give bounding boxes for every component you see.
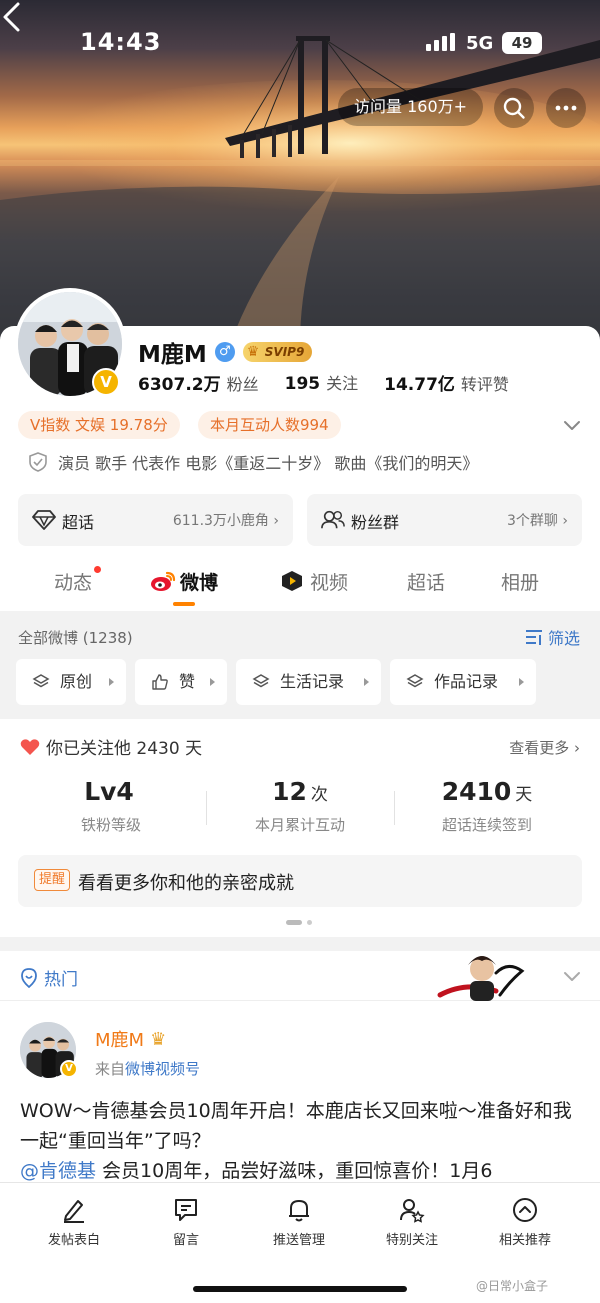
metric-monthly-interaction[interactable]: 12 次 本月累计互动 bbox=[205, 777, 395, 835]
search-icon bbox=[503, 97, 525, 119]
stat-engagement[interactable]: 14.77亿 转评赞 bbox=[384, 370, 509, 395]
bottom-message[interactable]: 留言 bbox=[131, 1197, 241, 1248]
supertopic-label: 超话 bbox=[62, 513, 95, 532]
watermark: @日常小盒子 bbox=[476, 1279, 549, 1293]
verified-badge: V bbox=[92, 368, 120, 396]
feed-post[interactable]: V M鹿M ♛ 来自微博视频号 WOW～肯德基会员10周年开启！本鹿店长又回来啦… bbox=[0, 1002, 600, 1182]
hot-label[interactable]: 热门 bbox=[20, 965, 78, 990]
hot-pin-icon bbox=[21, 967, 37, 988]
chevron-down-icon[interactable] bbox=[563, 416, 581, 434]
profile-stats: 6307.2万 粉丝 195 关注 14.77亿 转评赞 bbox=[138, 370, 509, 395]
clock: 14:43 bbox=[80, 28, 162, 56]
fan-relation-card: 你已关注他 2430 天 查看更多 › Lv4 铁粉等级 12 次 本月累计互动 … bbox=[0, 719, 600, 937]
post-source: 来自微博视频号 bbox=[95, 1060, 201, 1078]
bell-icon bbox=[289, 1200, 309, 1222]
active-tab-indicator bbox=[173, 602, 195, 606]
more-dots-icon bbox=[555, 105, 577, 111]
supertopic-card[interactable]: 超话 611.3万小鹿角 › bbox=[18, 494, 293, 546]
tab-weibo[interactable]: 微博 bbox=[150, 568, 218, 595]
back-arrow-icon[interactable] bbox=[0, 0, 24, 34]
tab-supertopic[interactable]: 超话 bbox=[407, 568, 445, 595]
chip-like[interactable]: 赞 bbox=[135, 659, 227, 705]
feed-count: 全部微博 (1238) bbox=[18, 629, 133, 647]
bottom-post-confession[interactable]: 发帖表白 bbox=[19, 1197, 129, 1248]
chip-works-record[interactable]: 作品记录 bbox=[390, 659, 536, 705]
stat-followers[interactable]: 6307.2万 粉丝 bbox=[138, 370, 259, 395]
thumbs-up-icon bbox=[152, 674, 168, 690]
signal-icon bbox=[426, 33, 455, 51]
battery-indicator: 49 bbox=[502, 32, 542, 54]
layers-icon bbox=[406, 674, 424, 688]
post-text: WOW～肯德基会员10周年开启！本鹿店长又回来啦～准备好和我一起“重回当年”了吗… bbox=[20, 1100, 572, 1182]
more-button[interactable] bbox=[546, 88, 586, 128]
see-more-link[interactable]: 查看更多 › bbox=[509, 737, 580, 758]
name-row: M鹿M ♂ SVIP9 bbox=[138, 338, 313, 368]
weibo-logo-icon bbox=[151, 571, 176, 591]
tab-activity[interactable]: 动态 bbox=[54, 566, 102, 595]
bottom-action-bar: 发帖表白 留言 推送管理 特别关注 相关推荐 @日常小盒子 bbox=[0, 1182, 600, 1303]
message-icon bbox=[175, 1199, 197, 1221]
layers-icon bbox=[32, 674, 50, 688]
feed-filter: 全部微博 (1238) 筛选 原创 赞 生活记录 作品记录 bbox=[0, 611, 600, 719]
chevron-up-circle-icon bbox=[513, 1198, 537, 1222]
source-link[interactable]: 微博视频号 bbox=[125, 1060, 200, 1078]
monthly-interaction-tag[interactable]: 本月互动人数994 bbox=[198, 411, 341, 439]
follow-duration: 你已关注他 2430 天 bbox=[20, 734, 202, 759]
bio-text: 演员 歌手 代表作 电影《重返二十岁》 歌曲《我们的明天》 bbox=[58, 454, 479, 473]
profile-name: M鹿M bbox=[138, 342, 207, 368]
heart-icon bbox=[20, 738, 40, 755]
hot-section-header: 热门 bbox=[0, 951, 600, 1001]
verified-badge: V bbox=[60, 1060, 78, 1078]
bio: 演员 歌手 代表作 电影《重返二十岁》 歌曲《我们的明天》 bbox=[28, 450, 478, 474]
mention-link[interactable]: @肯德基 bbox=[20, 1160, 96, 1182]
diamond-icon bbox=[32, 510, 56, 530]
carousel-dots bbox=[286, 920, 312, 925]
group-icon bbox=[321, 510, 345, 529]
layers-icon bbox=[252, 674, 270, 688]
pen-icon bbox=[64, 1200, 84, 1223]
user-star-icon bbox=[400, 1199, 425, 1223]
shield-check-icon bbox=[29, 452, 47, 472]
svip-badge[interactable]: SVIP9 bbox=[242, 342, 313, 362]
status-bar: 14:43 5G 49 bbox=[0, 0, 600, 86]
bottom-related-recommend[interactable]: 相关推荐 bbox=[470, 1197, 580, 1248]
achievement-tip[interactable]: 提醒 看看更多你和他的亲密成就 bbox=[18, 855, 582, 907]
tip-text: 看看更多你和他的亲密成就 bbox=[78, 873, 294, 894]
tab-video[interactable]: 视频 bbox=[280, 568, 348, 595]
male-gender-icon: ♂ bbox=[214, 342, 235, 362]
stat-following[interactable]: 195 关注 bbox=[285, 370, 359, 395]
search-button[interactable] bbox=[494, 88, 534, 128]
notification-dot bbox=[94, 566, 102, 573]
tab-album[interactable]: 相册 bbox=[501, 568, 539, 595]
v-index-tag[interactable]: V指数 文娱 19.78分 bbox=[18, 411, 180, 439]
bottom-special-follow[interactable]: 特别关注 bbox=[357, 1197, 467, 1248]
fan-group-sub: 3个群聊 › bbox=[507, 513, 568, 529]
filter-button[interactable]: 筛选 bbox=[524, 625, 580, 649]
celebrity-sticker bbox=[437, 956, 525, 1001]
home-indicator bbox=[193, 1286, 407, 1292]
metric-checkin-streak[interactable]: 2410 天 超话连续签到 bbox=[392, 777, 582, 835]
profile-tabs: 动态 微博 视频 超话 相册 bbox=[0, 560, 600, 610]
quick-cards: 超话 611.3万小鹿角 › 粉丝群 3个群聊 › bbox=[18, 494, 582, 546]
chevron-down-icon[interactable] bbox=[563, 967, 581, 985]
profile-header: V M鹿M ♂ SVIP9 6307.2万粉丝 195关注 14.77亿转评赞 … bbox=[0, 288, 600, 611]
section-gap bbox=[0, 937, 600, 951]
fan-group-card[interactable]: 粉丝群 3个群聊 › bbox=[307, 494, 582, 546]
metric-fan-level[interactable]: Lv4 铁粉等级 bbox=[16, 777, 206, 835]
video-channel-icon bbox=[282, 571, 302, 591]
visit-count-badge[interactable]: 访问量 160万+ bbox=[338, 88, 484, 126]
filter-icon bbox=[525, 630, 542, 645]
network-type: 5G bbox=[466, 33, 494, 54]
reminder-badge: 提醒 bbox=[34, 869, 71, 891]
chip-life-record[interactable]: 生活记录 bbox=[236, 659, 381, 705]
fan-group-label: 粉丝群 bbox=[351, 513, 400, 532]
chip-original[interactable]: 原创 bbox=[16, 659, 126, 705]
post-author[interactable]: M鹿M ♛ bbox=[95, 1026, 166, 1052]
crown-icon: ♛ bbox=[150, 1028, 167, 1050]
bottom-push-settings[interactable]: 推送管理 bbox=[244, 1197, 354, 1248]
supertopic-sub: 611.3万小鹿角 › bbox=[172, 513, 279, 529]
